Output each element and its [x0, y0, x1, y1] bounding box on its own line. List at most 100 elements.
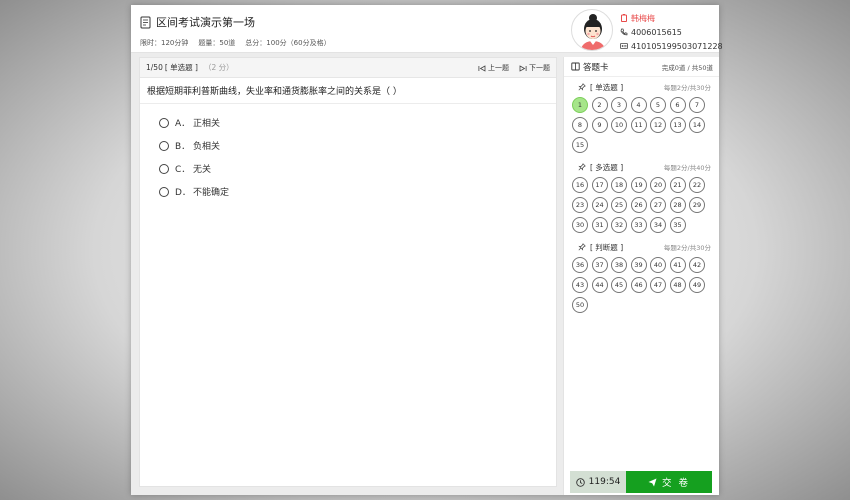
question-number-bubble[interactable]: 6	[669, 97, 686, 113]
clock-icon	[575, 477, 585, 487]
question-number-bubble[interactable]: 20	[650, 177, 666, 193]
question-number-bubble[interactable]: 1	[572, 97, 588, 113]
question-number-bubble[interactable]: 47	[650, 277, 666, 293]
question-number-bubble[interactable]: 16	[572, 177, 588, 193]
question-score: （2 分）	[203, 63, 234, 72]
question-number-bubble[interactable]: 10	[611, 117, 627, 133]
question-number-bubble[interactable]: 30	[572, 217, 588, 233]
question-number-bubble[interactable]: 19	[630, 177, 647, 193]
question-number-bubble[interactable]: 40	[650, 257, 666, 273]
pin-icon	[578, 243, 586, 251]
question-number-bubble[interactable]: 28	[669, 197, 686, 213]
next-question-button[interactable]: 下一题	[519, 63, 550, 73]
submit-label: 交 卷	[661, 478, 691, 489]
question-number-bubble[interactable]: 32	[611, 217, 627, 233]
question-number-bubble[interactable]: 46	[630, 277, 647, 293]
section-name: [ 判断题 ]	[590, 242, 624, 252]
prev-question-label: 上一题	[488, 64, 509, 72]
option-letter: A．	[175, 119, 191, 129]
option-letter: D．	[175, 188, 191, 198]
submit-exam-button[interactable]: 交 卷	[626, 471, 712, 493]
question-number-bubble[interactable]: 44	[591, 277, 608, 293]
question-number-bubble[interactable]: 4	[630, 97, 647, 113]
option-text: 正相关	[193, 119, 221, 129]
question-number-bubble[interactable]: 33	[630, 217, 647, 233]
section-single-choice: [ 单选题 ] 每题2分/共30分 1 2 3 4 5 6 7 8 9 10 11 12 13 14 15	[564, 77, 719, 157]
option-text: 不能确定	[193, 188, 230, 198]
question-number-bubble[interactable]: 2	[591, 97, 608, 113]
radio-button-c[interactable]	[159, 163, 169, 174]
section-rule: 每题2分/共40分	[663, 164, 711, 172]
question-number-bubble[interactable]: 38	[611, 257, 627, 273]
total-score: 总分：100分（60分及格）	[245, 39, 331, 47]
option-c[interactable]: C． 无关	[140, 157, 556, 180]
question-number-bubble[interactable]: 24	[591, 197, 608, 213]
user-avatar-icon	[580, 14, 606, 50]
question-bubbles: 36 37 38 39 40 41 42 43 44 45 46 47 48 49 50	[572, 257, 718, 317]
exam-title: 区间考试演示第一场	[156, 16, 255, 29]
user-name-line: 韩梅梅	[620, 11, 723, 25]
question-bubbles: 1 2 3 4 5 6 7 8 9 10 11 12 13 14 15	[572, 97, 718, 157]
question-number-bubble[interactable]: 13	[669, 117, 686, 133]
radio-button-b[interactable]	[159, 140, 169, 151]
prev-question-button[interactable]: 上一题	[478, 63, 509, 73]
answer-card-title: 答题卡	[583, 62, 609, 73]
question-number-bubble[interactable]: 36	[572, 257, 588, 273]
question-number-bubble[interactable]: 41	[669, 257, 686, 273]
question-count: 题量：50道	[198, 39, 236, 47]
section-true-false: [ 判断题 ] 每题2分/共30分 36 37 38 39 40 41 42 43 44 45 46…	[564, 237, 719, 317]
question-number-bubble[interactable]: 15	[572, 137, 588, 153]
question-number-bubble[interactable]: 5	[650, 97, 666, 113]
question-number-bubble[interactable]: 14	[689, 117, 705, 133]
question-number-bubble[interactable]: 25	[611, 197, 627, 213]
option-a[interactable]: A． 正相关	[140, 111, 556, 134]
option-d[interactable]: D． 不能确定	[140, 180, 556, 203]
question-number-bubble[interactable]: 39	[630, 257, 647, 273]
question-number-bubble[interactable]: 50	[572, 297, 588, 313]
question-number-bubble[interactable]: 31	[591, 217, 608, 233]
question-number-bubble[interactable]: 18	[611, 177, 627, 193]
section-rule: 每题2分/共30分	[663, 84, 711, 92]
question-number-bubble[interactable]: 37	[591, 257, 608, 273]
question-number-bubble[interactable]: 12	[650, 117, 666, 133]
section-header: [ 单选题 ] 每题2分/共30分	[572, 77, 719, 97]
question-number-bubble[interactable]: 11	[630, 117, 647, 133]
question-number-bubble[interactable]: 3	[611, 97, 627, 113]
question-toolbar: 1/50 [ 单选题 ] （2 分） 上一题 下一题	[140, 58, 556, 78]
phone-icon	[620, 28, 628, 36]
user-badge-icon	[621, 14, 627, 22]
question-number-bubble[interactable]: 7	[689, 97, 705, 113]
question-number-bubble[interactable]: 45	[611, 277, 627, 293]
section-name: [ 单选题 ]	[590, 82, 624, 92]
section-header: [ 判断题 ] 每题2分/共30分	[572, 237, 719, 257]
skip-forward-icon	[519, 64, 527, 72]
question-number-bubble[interactable]: 27	[650, 197, 666, 213]
question-number-bubble[interactable]: 21	[669, 177, 686, 193]
question-number-bubble[interactable]: 17	[591, 177, 608, 193]
exam-window: 区间考试演示第一场 限时：120分钟 题量：50道 总分：100分（60分及格）	[131, 5, 723, 495]
question-index: 1/50	[146, 63, 163, 72]
question-number-bubble[interactable]: 8	[572, 117, 588, 133]
option-text: 负相关	[193, 142, 221, 152]
id-card-icon	[620, 43, 628, 49]
question-number-bubble[interactable]: 23	[572, 197, 588, 213]
radio-button-a[interactable]	[159, 117, 169, 128]
question-number-bubble[interactable]: 29	[689, 197, 705, 213]
question-number-bubble[interactable]: 43	[572, 277, 588, 293]
question-nav: 上一题 下一题	[468, 58, 550, 78]
answer-card: 答题卡 完成0道 / 共50道 [ 单选题 ] 每题2分/共30分 123456…	[563, 57, 719, 495]
question-number-bubble[interactable]: 49	[689, 277, 705, 293]
document-icon	[140, 16, 151, 28]
question-number-bubble[interactable]: 22	[689, 177, 705, 193]
question-number-bubble[interactable]: 35	[669, 217, 686, 233]
question-number-bubble[interactable]: 48	[669, 277, 686, 293]
section-header: [ 多选题 ] 每题2分/共40分	[572, 157, 719, 177]
radio-button-d[interactable]	[159, 186, 169, 197]
exam-title-row: 区间考试演示第一场	[140, 14, 255, 30]
question-number-bubble[interactable]: 42	[689, 257, 705, 273]
question-number-bubble[interactable]: 9	[591, 117, 608, 133]
question-number-bubble[interactable]: 26	[630, 197, 647, 213]
question-number-bubble[interactable]: 34	[650, 217, 666, 233]
option-b[interactable]: B． 负相关	[140, 134, 556, 157]
book-icon	[571, 62, 580, 71]
